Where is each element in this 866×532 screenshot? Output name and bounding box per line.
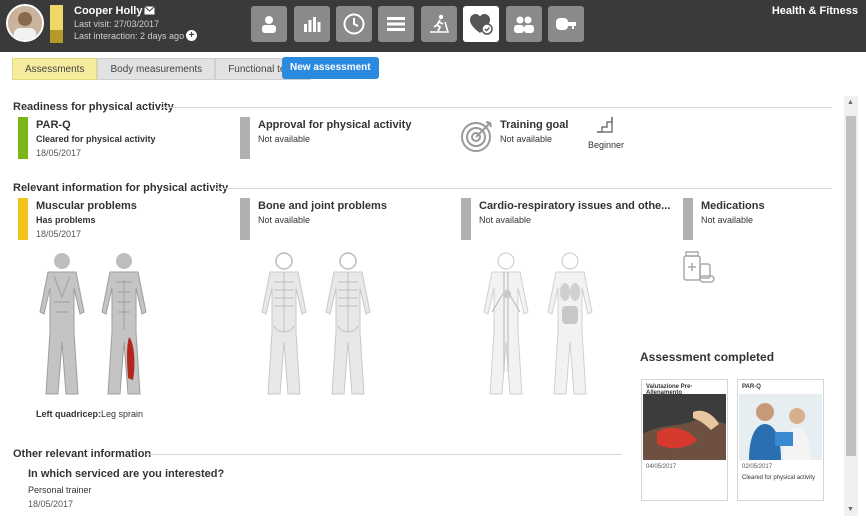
other-heading: Other relevant information [13, 448, 152, 460]
status-dot [38, 37, 42, 40]
parq-status-bar [18, 117, 28, 159]
other-answer: Personal trainer [28, 485, 92, 495]
cardio-title[interactable]: Cardio-respiratory issues and othe... [479, 200, 670, 212]
bone-status: Not available [258, 215, 311, 225]
muscle-front-figure [96, 252, 152, 400]
injury-description: Leg sprain [101, 409, 144, 419]
card-date: 02/05/2017 [742, 464, 773, 470]
relevant-heading: Relevant information for physical activi… [13, 182, 229, 194]
approval-title[interactable]: Approval for physical activity [258, 119, 411, 131]
card-description: Cleared for physical activity [742, 475, 816, 481]
tab-bar: Assessments Body measurements Functional… [12, 58, 312, 80]
other-date: 18/05/2017 [28, 499, 74, 509]
divider [161, 107, 832, 108]
add-interaction-icon[interactable]: + [186, 30, 197, 41]
muscular-date: 18/05/2017 [36, 229, 82, 239]
approval-status-bar [240, 117, 250, 159]
clock-icon[interactable] [336, 6, 372, 42]
assessment-card[interactable]: PAR-Q 02/05/2017 Cleared for physical ac… [737, 379, 824, 501]
last-visit: Last visit: 27/03/2017 [74, 19, 160, 29]
tab-assessments[interactable]: Assessments [12, 58, 98, 80]
key-icon[interactable] [548, 6, 584, 42]
medications-status-bar [683, 198, 693, 240]
bone-status-bar [240, 198, 250, 240]
circulatory-figure [478, 252, 534, 400]
tab-body-measurements[interactable]: Body measurements [97, 58, 216, 80]
bar-chart-icon[interactable] [294, 6, 330, 42]
avatar[interactable] [6, 4, 44, 42]
medications-status: Not available [701, 215, 754, 225]
mail-icon[interactable] [144, 6, 155, 18]
list-icon[interactable] [378, 6, 414, 42]
group-icon[interactable] [506, 6, 542, 42]
completed-heading: Assessment completed [640, 350, 775, 364]
divider [212, 188, 832, 189]
approval-status: Not available [258, 134, 311, 144]
cardio-status-bar [461, 198, 471, 240]
parq-status: Cleared for physical activity [36, 134, 156, 144]
muscular-status-bar [18, 198, 28, 240]
person-icon[interactable] [251, 6, 287, 42]
steps-icon [596, 116, 614, 137]
training-goal-status: Not available [500, 134, 553, 144]
app-title: Health & Fitness [771, 5, 858, 17]
organs-figure [542, 252, 598, 400]
scroll-down-icon[interactable]: ▼ [847, 506, 854, 513]
treadmill-icon[interactable] [421, 6, 457, 42]
medications-title[interactable]: Medications [701, 200, 765, 212]
muscular-title[interactable]: Muscular problems [36, 200, 137, 212]
heart-check-icon[interactable] [463, 6, 499, 42]
card-date: 04/05/2017 [646, 464, 677, 470]
skeleton-front-figure [256, 252, 312, 400]
training-goal-level: Beginner [588, 140, 625, 150]
scroll-thumb[interactable] [846, 116, 856, 456]
top-bar: Cooper Holly Last visit: 27/03/2017 Last… [0, 0, 866, 52]
muscle-back-figure [34, 252, 90, 400]
parq-title[interactable]: PAR-Q [36, 119, 71, 131]
card-photo [739, 394, 822, 460]
pills-icon [682, 250, 716, 287]
card-title: PAR-Q [742, 384, 761, 390]
skeleton-back-figure [320, 252, 376, 400]
target-icon [460, 120, 494, 155]
status-flag [50, 5, 63, 43]
bone-title[interactable]: Bone and joint problems [258, 200, 387, 212]
divider [146, 454, 622, 455]
training-goal-title[interactable]: Training goal [500, 119, 568, 131]
last-interaction: Last interaction: 2 days ago [74, 31, 185, 41]
readiness-heading: Readiness for physical activity [13, 101, 174, 113]
new-assessment-button[interactable]: New assessment [282, 57, 379, 79]
main-content: Assessments Body measurements Functional… [4, 52, 860, 524]
parq-date: 18/05/2017 [36, 148, 82, 158]
cardio-status: Not available [479, 215, 532, 225]
injury-location: Left quadricep: [36, 409, 102, 419]
vertical-scrollbar[interactable]: ▲ ▼ [844, 96, 858, 516]
assessment-card[interactable]: Valutazione Pre-Allenamento 04/05/2017 [641, 379, 728, 501]
other-question: In which serviced are you interested? [28, 468, 225, 480]
muscular-status: Has problems [36, 215, 96, 225]
scroll-up-icon[interactable]: ▲ [847, 99, 854, 106]
card-photo [643, 394, 726, 460]
user-name[interactable]: Cooper Holly [74, 5, 142, 17]
